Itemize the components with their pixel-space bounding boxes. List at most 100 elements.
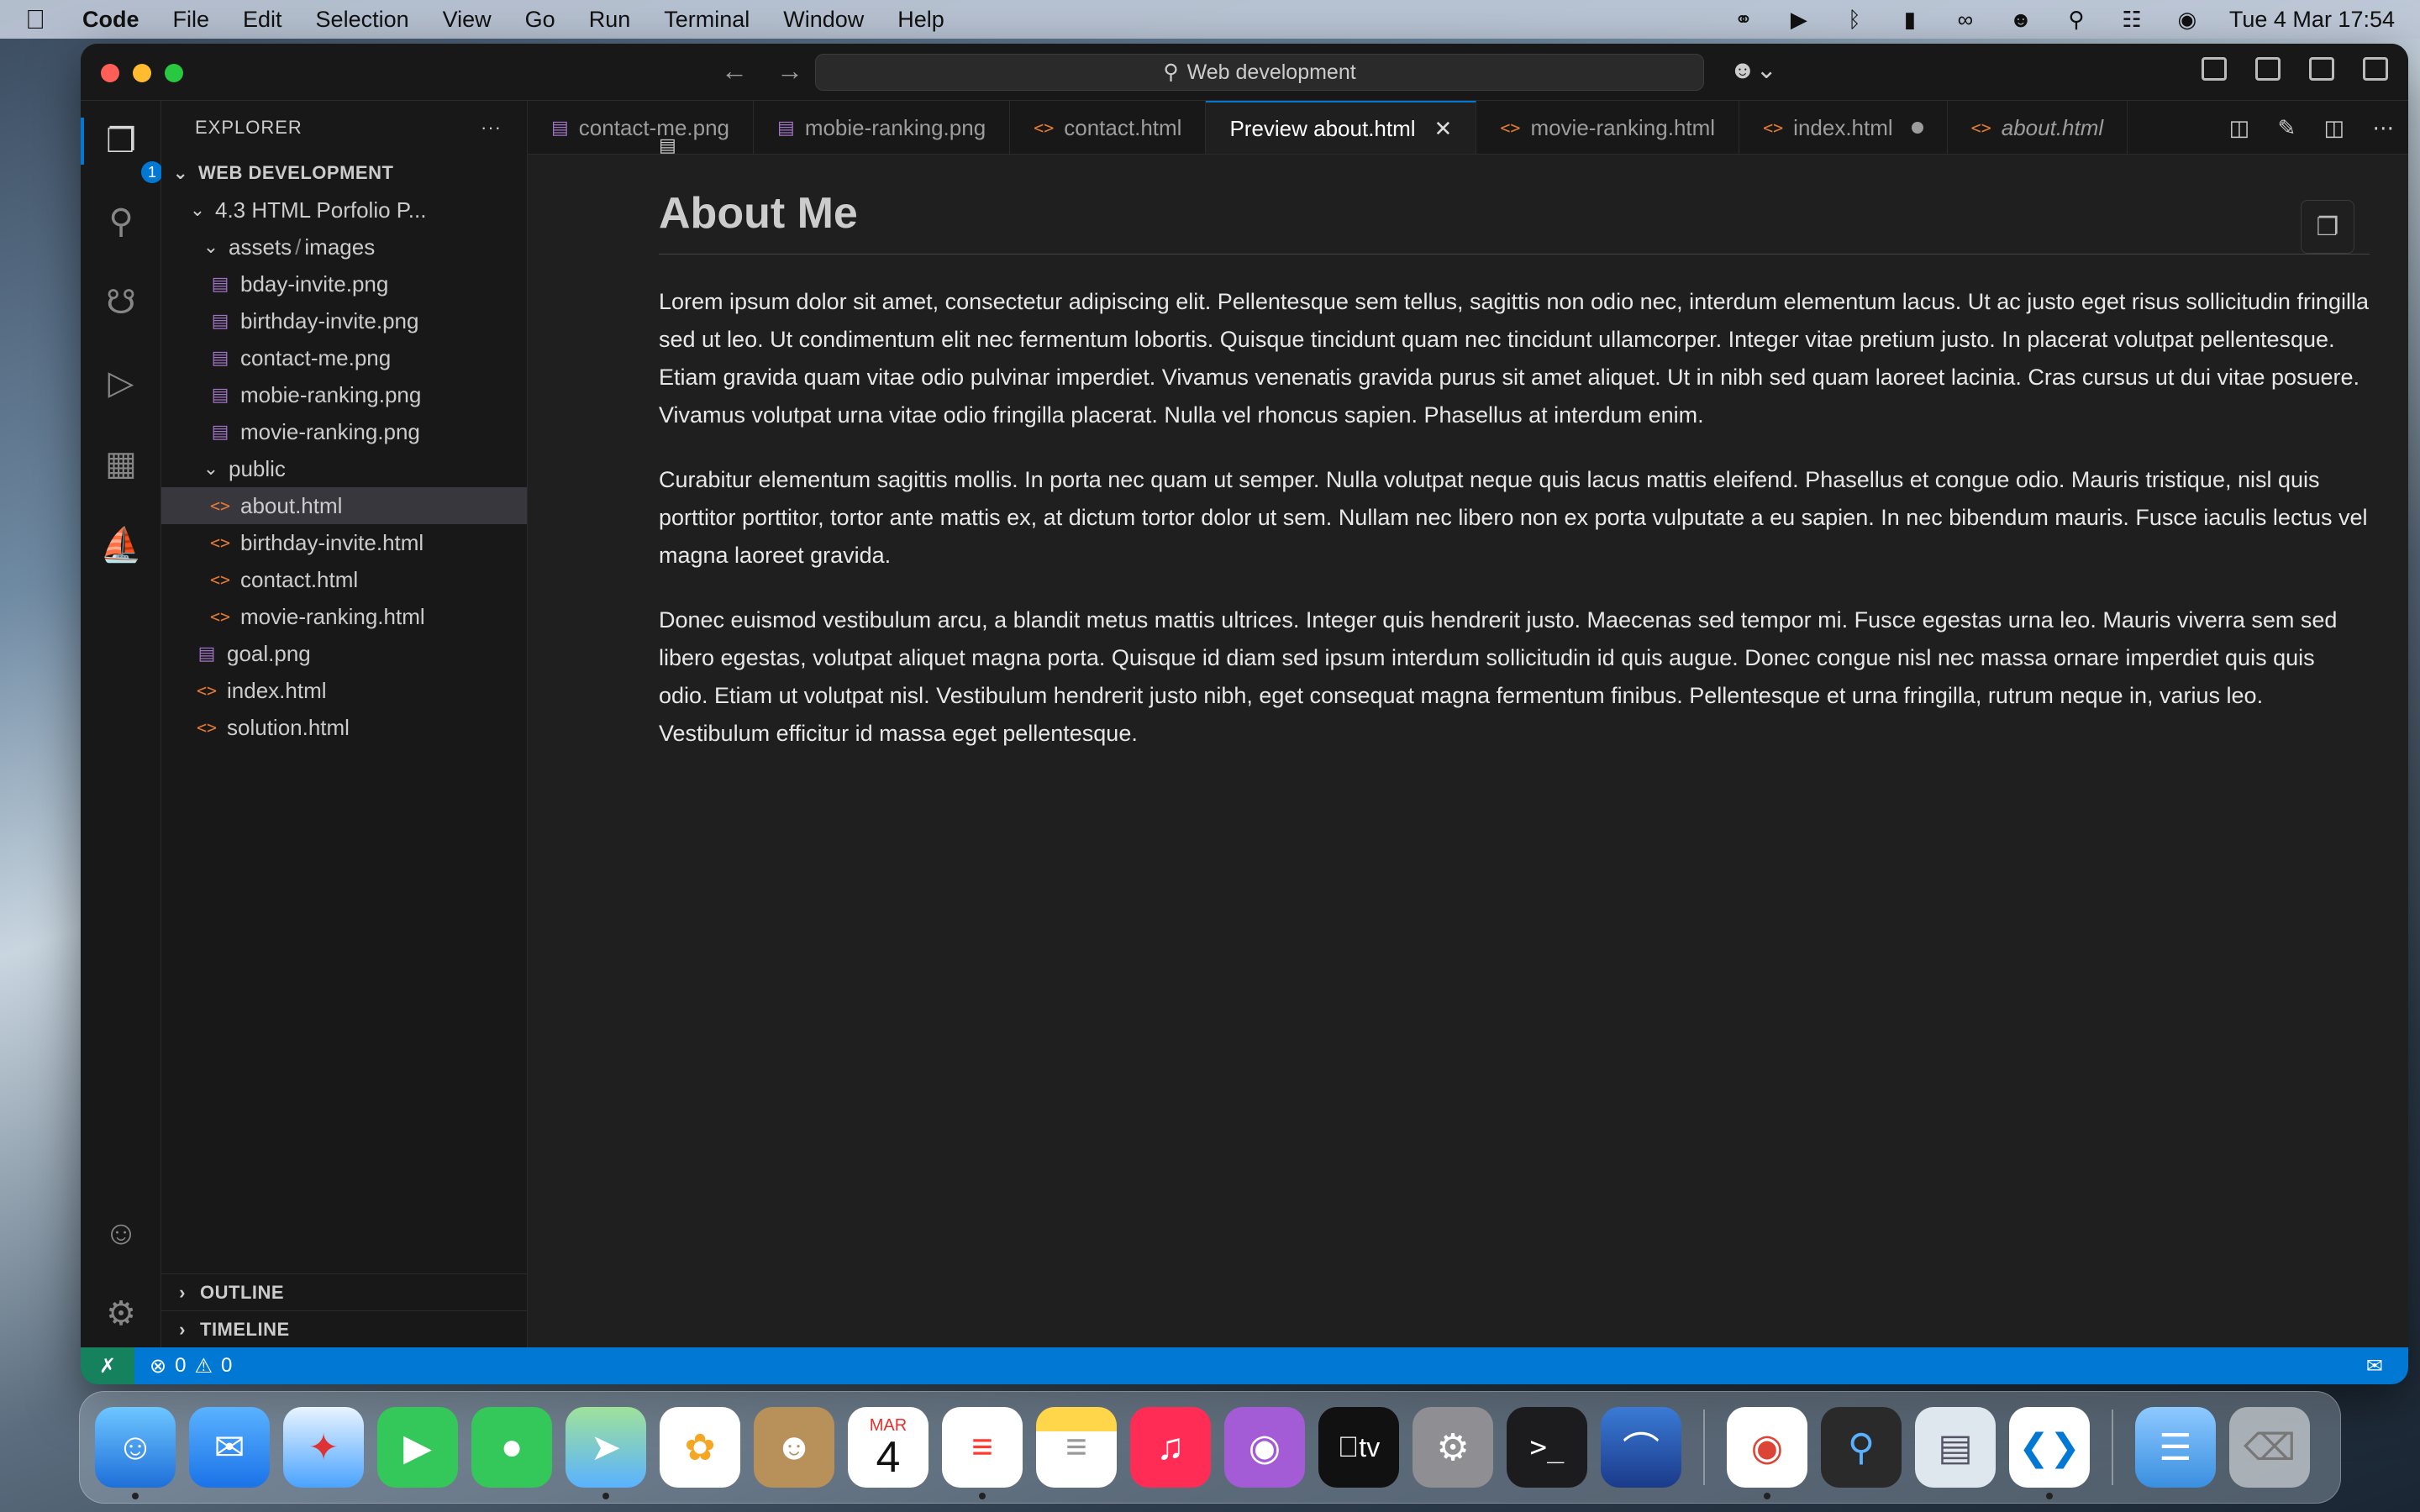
link-icon[interactable]: ∞ (1952, 7, 1979, 32)
chrome-icon[interactable]: ◉ (1727, 1407, 1807, 1499)
copilot-icon[interactable]: ☻⌄ (1729, 55, 1777, 85)
split-editor-icon[interactable]: ◫ (2324, 115, 2345, 141)
bluetooth-icon[interactable]: ᛒ (1841, 7, 1868, 32)
file-item-selected[interactable]: <> about.html (161, 487, 527, 524)
remote-icon[interactable]: ✗ (81, 1347, 134, 1384)
source-control-icon[interactable]: ☋ (101, 282, 141, 323)
maps-icon[interactable]: ➤ (566, 1407, 646, 1499)
extensions-icon[interactable]: ▦ (101, 444, 141, 484)
mail-icon[interactable]: ✉ (189, 1407, 270, 1488)
facetime-icon[interactable]: ▶ (377, 1407, 458, 1488)
folder-portfolio[interactable]: ⌄ 4.3 HTML Porfolio P... (161, 192, 527, 228)
search-view-icon[interactable]: ⚲ (101, 202, 141, 242)
file-item[interactable]: ▤ movie-ranking.png (161, 413, 527, 450)
menu-run[interactable]: Run (589, 7, 631, 33)
more-actions-icon[interactable]: ⋯ (2372, 115, 2394, 141)
vscode-icon[interactable]: ❮❯ (2009, 1407, 2090, 1499)
file-label: birthday-invite.html (240, 529, 424, 555)
reminders-icon[interactable]: ≡ (942, 1407, 1023, 1499)
play-icon[interactable]: ▶ (1786, 7, 1812, 32)
file-label: index.html (227, 677, 327, 703)
error-icon: ⊗ (150, 1354, 167, 1378)
preview-app-icon[interactable]: ▤ (1915, 1407, 1996, 1488)
docker-icon[interactable]: ⛵ (100, 524, 142, 564)
file-item[interactable]: <> contact.html (161, 561, 527, 598)
calendar-icon[interactable]: MAR 4 (848, 1407, 929, 1488)
control-center-icon[interactable]: ☷ (2118, 7, 2145, 32)
workspace-root[interactable]: ⌄ WEB DEVELOPMENT (161, 155, 527, 192)
menubar-clock[interactable]: Tue 4 Mar 17:54 (2229, 7, 2395, 33)
file-item[interactable]: ▤ mobie-ranking.png (161, 376, 527, 413)
customize-layout-icon[interactable] (2202, 57, 2227, 81)
run-debug-icon[interactable]: ▷ (101, 363, 141, 403)
command-center-label: Web development (1186, 60, 1356, 84)
terminal-icon[interactable]: >_ (1507, 1407, 1587, 1488)
menu-edit[interactable]: Edit (243, 7, 282, 33)
spotlight-search-icon[interactable]: ⚲ (2063, 7, 2090, 32)
folder-assets-images[interactable]: ⌄ assets / images (161, 228, 527, 265)
menu-window[interactable]: Window (783, 7, 864, 33)
apple-tv-icon[interactable]: tv (1318, 1407, 1399, 1488)
open-preview-icon[interactable]: ◫ (2229, 115, 2250, 141)
system-settings-icon[interactable]: ⚙ (1413, 1407, 1493, 1488)
apple-icon[interactable]:  (25, 4, 45, 35)
trash-icon[interactable]: ⌫ (2229, 1407, 2310, 1488)
manage-gear-icon[interactable]: ⚙ (101, 1294, 141, 1334)
menu-selection[interactable]: Selection (316, 7, 409, 33)
file-item[interactable]: <> birthday-invite.html (161, 524, 527, 561)
sidebar-bottom-sections: › OUTLINE › TIMELINE (161, 1273, 527, 1347)
problems-indicator[interactable]: ⊗ 0 ⚠ 0 (150, 1354, 232, 1378)
zoom-window-button[interactable] (165, 64, 183, 82)
file-item[interactable]: ▤ birthday-invite.png (161, 302, 527, 339)
folder-label: 4.3 HTML Porfolio P... (215, 197, 427, 223)
toggle-panel-icon[interactable] (2309, 57, 2334, 81)
notifications-bell-icon[interactable]: ✉ (2366, 1354, 2383, 1378)
forward-arrow-icon[interactable]: → (776, 55, 803, 87)
user-icon[interactable]: ☻ (2007, 7, 2034, 32)
unsaved-dot-icon (1911, 122, 1923, 134)
folder-images-label: images (304, 234, 376, 260)
finder-icon[interactable]: ☺ (95, 1407, 176, 1499)
timeline-section[interactable]: › TIMELINE (161, 1310, 527, 1347)
arc-icon[interactable]: ⌒ (1601, 1407, 1681, 1488)
outline-section[interactable]: › OUTLINE (161, 1273, 527, 1310)
file-item[interactable]: <> solution.html (161, 709, 527, 746)
folder-public[interactable]: ⌄ public (161, 450, 527, 487)
running-dot (1764, 1493, 1770, 1499)
menu-go[interactable]: Go (525, 7, 555, 33)
tab-preview-about-html[interactable]: ▤ Preview about.html ✕ (659, 101, 1477, 154)
music-icon[interactable]: ♫ (1130, 1407, 1211, 1488)
siri-icon[interactable]: ◉ (2174, 7, 2201, 32)
menu-help[interactable]: Help (897, 7, 944, 33)
back-arrow-icon[interactable]: ← (721, 55, 748, 87)
menu-view[interactable]: View (443, 7, 492, 33)
close-window-button[interactable] (101, 64, 119, 82)
photos-icon[interactable]: ✿ (660, 1407, 740, 1488)
quicktime-icon[interactable]: ⚲ (1821, 1407, 1902, 1488)
file-item[interactable]: ▤ goal.png (161, 635, 527, 672)
file-item[interactable]: <> movie-ranking.html (161, 598, 527, 635)
safari-icon[interactable]: ✦ (283, 1407, 364, 1488)
menu-terminal[interactable]: Terminal (664, 7, 750, 33)
toggle-secondary-sidebar-icon[interactable] (2363, 57, 2388, 81)
creative-cloud-icon[interactable]: ⚭ (1730, 7, 1757, 32)
toggle-primary-sidebar-icon[interactable] (2255, 57, 2281, 81)
accounts-icon[interactable]: ☺ (101, 1213, 141, 1253)
file-item[interactable]: ▤ bday-invite.png (161, 265, 527, 302)
downloads-folder-icon[interactable]: ☰ (2135, 1407, 2216, 1488)
open-source-icon[interactable]: ✎ (2277, 115, 2296, 141)
messages-icon[interactable]: ● (471, 1407, 552, 1488)
battery-icon[interactable]: ▮ (1897, 7, 1923, 32)
notes-icon[interactable]: ≡ (1036, 1407, 1117, 1488)
menu-app-name[interactable]: Code (82, 7, 139, 33)
menu-file[interactable]: File (173, 7, 210, 33)
file-item[interactable]: ▤ contact-me.png (161, 339, 527, 376)
more-actions-icon[interactable]: ··· (481, 117, 502, 139)
explorer-icon[interactable]: ❐ 1 (101, 121, 163, 183)
command-center-search[interactable]: ⚲ Web development (815, 54, 1704, 91)
contacts-icon[interactable]: ☻ (754, 1407, 834, 1488)
file-item[interactable]: <> index.html (161, 672, 527, 709)
minimize-window-button[interactable] (133, 64, 151, 82)
podcasts-icon[interactable]: ◉ (1224, 1407, 1305, 1488)
copy-icon[interactable]: ❐ (2301, 200, 2354, 254)
